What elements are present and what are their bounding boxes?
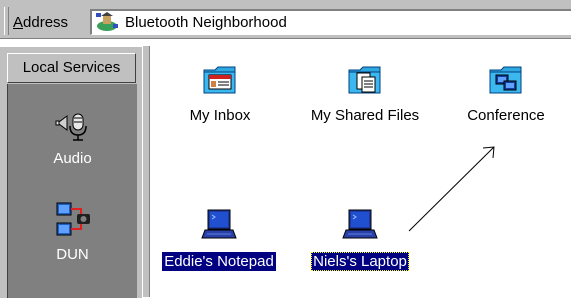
address-field[interactable]: Bluetooth Neighborhood [90,9,571,35]
service-dun[interactable]: DUN [8,200,137,263]
local-services-header[interactable]: Local Services [7,53,136,83]
service-label: DUN [56,246,89,263]
service-audio[interactable]: Audio [8,104,137,167]
local-services-pane: Local Services Audio DUN [0,46,142,298]
address-toolbar: Address Bluetooth Neighborhood [0,0,571,39]
toolbar-grip[interactable] [4,7,9,35]
drag-arrow-icon [408,146,495,232]
dialup-network-icon [56,202,90,236]
service-label: Audio [53,150,92,167]
address-value: Bluetooth Neighborhood [125,14,287,31]
headset-audio-icon [55,113,87,141]
bluetooth-neighborhood-icon [96,12,118,31]
pane-splitter[interactable] [142,46,150,297]
devices-view: My Inbox My Shared Files Conference Eddi… [150,46,571,297]
address-label: Address [13,14,69,31]
services-list: Audio DUN [7,84,137,298]
